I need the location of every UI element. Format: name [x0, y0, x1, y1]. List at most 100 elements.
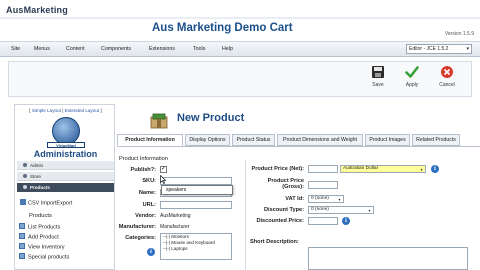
publish-label: Publish?:: [130, 167, 156, 173]
bullet-icon: [23, 184, 27, 189]
vat-value: 0 (none): [311, 196, 329, 201]
special-products-label: Special products: [28, 254, 70, 261]
menu-extensions[interactable]: Extensions: [149, 46, 175, 52]
vat-select[interactable]: 0 (none) ▾: [308, 195, 344, 203]
layout-switcher: [ Simple Layout | Extended Layout ]: [29, 108, 102, 113]
editor-select-value: Editor - JCE 1.5.2: [409, 46, 449, 52]
special-icon: [19, 253, 25, 259]
categories-listbox[interactable]: --|-| Monitors --|-| Mouse and Keyboard …: [160, 233, 232, 260]
bullet-icon: [23, 162, 27, 167]
csv-import-export-link[interactable]: CSV ImportExport: [17, 199, 114, 208]
url-input[interactable]: [160, 201, 232, 209]
site-header: AusMarketing Aus Marketing Demo Cart Ver…: [0, 0, 480, 42]
tab-display-options[interactable]: Display Options: [185, 134, 230, 146]
special-products-link[interactable]: Special products: [19, 253, 69, 261]
section-label: Product Information: [119, 156, 168, 162]
vendor-label: Vendor:: [135, 213, 156, 219]
nav-products[interactable]: Products: [17, 183, 114, 192]
nav-admin-label: Admin: [30, 163, 44, 168]
url-label: URL:: [142, 202, 156, 208]
tab-product-information[interactable]: Product Information: [117, 134, 183, 146]
sku-label: SKU:: [142, 178, 156, 184]
save-icon: [372, 66, 384, 78]
tab-dimensions-weight[interactable]: Product Dimensions and Weight: [277, 134, 363, 146]
csv-icon: [20, 199, 26, 205]
product-tabs: Product Information Display Options Prod…: [117, 134, 480, 146]
products-heading: Products: [29, 213, 52, 219]
virtuemart-logo-text: VirtueMart: [47, 142, 85, 148]
menu-content[interactable]: Content: [66, 46, 85, 52]
checkmark-icon: [405, 66, 419, 78]
nav-store-label: Store: [30, 174, 41, 179]
list-products-link[interactable]: List Products: [19, 223, 60, 231]
currency-value: Australian Dollar: [343, 166, 379, 171]
price-net-input[interactable]: [308, 165, 338, 173]
price-net-label: Product Price (Net):: [251, 166, 304, 172]
list-products-label: List Products: [28, 224, 61, 231]
menu-components[interactable]: Components: [101, 46, 131, 52]
mouse-cursor-icon: [160, 175, 166, 184]
categories-help-icon[interactable]: i: [147, 248, 155, 256]
view-inventory-link[interactable]: View Inventory: [19, 243, 65, 251]
sku-input[interactable]: [160, 177, 232, 185]
save-label: Save: [372, 82, 384, 88]
discount-help-icon[interactable]: i: [342, 217, 350, 225]
menu-help[interactable]: Help: [222, 46, 233, 52]
add-product-link[interactable]: Add Product: [19, 233, 59, 241]
apply-button[interactable]: Apply: [398, 65, 426, 88]
price-gross-label: Product Price (Gross):: [267, 178, 304, 190]
cancel-button[interactable]: Cancel: [433, 65, 461, 88]
main-menubar: Site Menus Content Components Extensions…: [0, 42, 480, 57]
logo-underline: [0, 17, 480, 19]
page-title: New Product: [177, 112, 245, 124]
cancel-icon: [441, 66, 453, 78]
site-logo: AusMarketing: [6, 5, 68, 15]
short-description-label: Short Description:: [250, 239, 299, 245]
short-description-textarea[interactable]: [308, 247, 468, 270]
vat-label: VAT Id:: [285, 196, 304, 202]
tab-product-images[interactable]: Product Images: [365, 134, 410, 146]
publish-checkbox[interactable]: ✓: [160, 166, 167, 173]
chevron-down-icon: ▾: [368, 208, 371, 213]
manufacturer-value: Manufacturer: [160, 224, 190, 230]
csv-label: CSV ImportExport: [28, 200, 73, 207]
menu-site[interactable]: Site: [11, 46, 20, 52]
nav-store[interactable]: Store: [17, 172, 114, 181]
bullet-icon: [23, 173, 27, 178]
discounted-price-label: Discounted Price:: [256, 218, 304, 224]
view-inventory-label: View Inventory: [28, 244, 65, 251]
action-toolbar: Save Apply Cancel: [8, 61, 472, 97]
discounted-price-input[interactable]: [308, 217, 338, 225]
currency-select[interactable]: Australian Dollar ▾: [340, 165, 426, 173]
extended-layout-link[interactable]: Extended Layout: [65, 108, 99, 113]
menu-menus[interactable]: Menus: [34, 46, 50, 52]
site-title: Aus Marketing Demo Cart: [152, 22, 293, 34]
list-icon: [19, 223, 25, 229]
product-package-icon: [150, 113, 168, 129]
editor-select[interactable]: Editor - JCE 1.5.2 ▾: [406, 44, 472, 54]
add-product-label: Add Product: [28, 234, 59, 241]
tab-related-products[interactable]: Related Products: [412, 134, 460, 146]
price-help-icon[interactable]: i: [431, 165, 439, 173]
discount-type-value: 0 (none): [311, 207, 329, 212]
simple-layout-link[interactable]: Simple Layout: [32, 108, 61, 113]
tab-product-status[interactable]: Product Status: [232, 134, 275, 146]
category-option[interactable]: --|-| Laptops: [161, 246, 231, 252]
discount-type-select[interactable]: 0 (none) ▾: [308, 206, 374, 214]
autocomplete-suggestion[interactable]: speakers: [161, 185, 233, 195]
discount-type-label: Discount Type:: [264, 207, 304, 213]
inventory-icon: [19, 243, 25, 249]
categories-label: Categories:: [125, 235, 156, 241]
chevron-down-icon: ▾: [466, 46, 469, 52]
admin-title: Administration: [33, 149, 98, 159]
nav-admin[interactable]: Admin: [17, 161, 114, 170]
virtuemart-logo: [52, 117, 80, 145]
price-gross-input[interactable]: [308, 181, 338, 189]
version-label: Version 1.5.9: [444, 31, 474, 37]
left-admin-panel: [ Simple Layout | Extended Layout ] Virt…: [14, 104, 115, 270]
name-label: Name:: [138, 190, 156, 196]
save-button[interactable]: Save: [364, 65, 392, 88]
cancel-label: Cancel: [439, 82, 455, 88]
chevron-down-icon: ▾: [420, 167, 423, 172]
menu-tools[interactable]: Tools: [193, 46, 205, 52]
